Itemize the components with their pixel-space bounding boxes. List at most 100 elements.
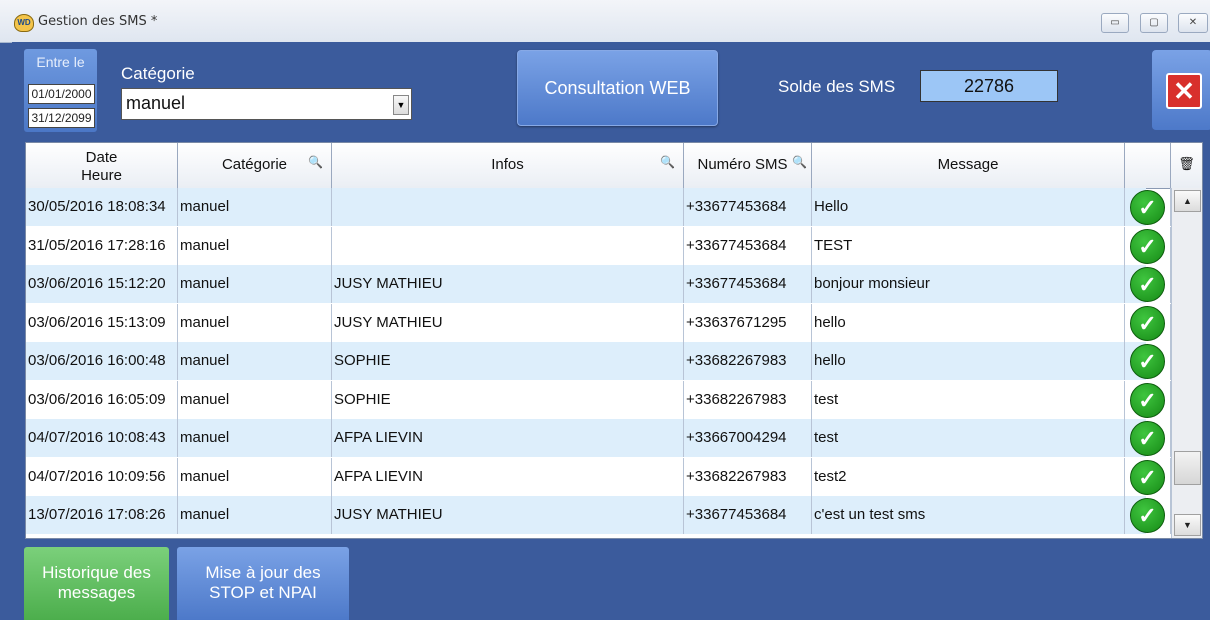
check-circle-icon: ✓ xyxy=(1130,228,1165,264)
sms-table: Date Heure Catégorie 🔍 Infos 🔍 Numéro SM… xyxy=(25,142,1203,539)
cell-infos: AFPA LIEVIN xyxy=(332,419,684,457)
check-circle-icon: ✓ xyxy=(1130,190,1165,225)
cell-numero: +33667004294 xyxy=(684,419,812,457)
cell-message: test xyxy=(812,380,1125,419)
column-header-message[interactable]: Message xyxy=(812,143,1125,188)
check-circle-icon: ✓ xyxy=(1130,421,1165,456)
cell-message: c'est un test sms xyxy=(812,496,1125,534)
date-from-field[interactable]: 01/01/2000 xyxy=(28,84,95,104)
window-titlebar: WD Gestion des SMS * ▭ ▢ ✕ xyxy=(0,0,1210,43)
scroll-down-arrow-icon[interactable]: ▼ xyxy=(1174,514,1201,536)
cell-categorie: manuel xyxy=(178,265,332,303)
check-circle-icon: ✓ xyxy=(1130,344,1165,379)
delete-column-header[interactable]: 🗑 xyxy=(1171,143,1202,188)
table-row[interactable]: 03/06/2016 16:00:48 manuel SOPHIE +33682267… xyxy=(26,342,1171,380)
cell-message: test xyxy=(812,419,1125,457)
cell-infos: JUSY MATHIEU xyxy=(332,303,684,342)
cell-categorie: manuel xyxy=(178,303,332,342)
table-row[interactable]: 03/06/2016 15:12:20 manuel JUSY MATHIEU +33… xyxy=(26,265,1171,303)
cell-infos xyxy=(332,226,684,265)
scrollbar-thumb[interactable] xyxy=(1174,451,1201,485)
cell-date: 03/06/2016 15:13:09 xyxy=(26,303,178,342)
cell-infos: JUSY MATHIEU xyxy=(332,265,684,303)
cell-date: 04/07/2016 10:08:43 xyxy=(26,419,178,457)
cell-date: 03/06/2016 16:05:09 xyxy=(26,380,178,419)
date-range-panel: Entre le 01/01/2000 31/12/2099 xyxy=(24,49,97,132)
cell-numero: +33682267983 xyxy=(684,457,812,496)
column-header-heure-label: Heure xyxy=(81,167,122,184)
cell-infos xyxy=(332,188,684,226)
table-row[interactable]: 30/05/2016 18:08:34 manuel +33677453684 Hel… xyxy=(26,188,1171,226)
table-row[interactable]: 04/07/2016 10:08:43 manuel AFPA LIEVIN +336… xyxy=(26,419,1171,457)
cell-categorie: manuel xyxy=(178,342,332,380)
cell-infos: AFPA LIEVIN xyxy=(332,457,684,496)
close-button[interactable]: ✕ xyxy=(1152,50,1210,130)
consultation-web-button[interactable]: Consultation WEB xyxy=(517,50,718,126)
cell-numero: +33682267983 xyxy=(684,342,812,380)
vertical-scrollbar[interactable]: ▲ ▼ xyxy=(1171,188,1202,538)
column-header-date[interactable]: Date Heure xyxy=(26,143,178,188)
categorie-label: Catégorie xyxy=(121,64,195,83)
column-header-status xyxy=(1125,143,1171,188)
table-row[interactable]: 03/06/2016 15:13:09 manuel JUSY MATHIEU +33… xyxy=(26,303,1171,342)
column-header-message-label: Message xyxy=(937,156,999,173)
cell-categorie: manuel xyxy=(178,188,332,226)
check-circle-icon: ✓ xyxy=(1130,267,1165,302)
solde-value: 22786 xyxy=(920,70,1058,102)
categorie-value: manuel xyxy=(126,93,186,113)
window-close-button[interactable]: ✕ xyxy=(1178,13,1208,33)
table-row[interactable]: 31/05/2016 17:28:16 manuel +33677453684 TES… xyxy=(26,226,1171,265)
column-header-numero[interactable]: Numéro SMS 🔍 xyxy=(684,143,812,188)
cell-numero: +33682267983 xyxy=(684,380,812,419)
table-row[interactable]: 04/07/2016 10:09:56 manuel AFPA LIEVIN +336… xyxy=(26,457,1171,496)
tab-mise-a-jour-stop-npai[interactable]: Mise à jour des STOP et NPAI xyxy=(177,547,349,620)
cell-date: 13/07/2016 17:08:26 xyxy=(26,496,178,534)
cell-date: 03/06/2016 16:00:48 xyxy=(26,342,178,380)
column-header-infos-label: Infos xyxy=(491,156,524,173)
close-icon: ✕ xyxy=(1166,73,1202,109)
scroll-up-arrow-icon[interactable]: ▲ xyxy=(1174,190,1201,212)
cell-categorie: manuel xyxy=(178,457,332,496)
column-header-date-label: Date xyxy=(85,149,118,166)
column-header-infos[interactable]: Infos 🔍 xyxy=(332,143,684,188)
cell-message: TEST xyxy=(812,226,1125,265)
cell-numero: +33677453684 xyxy=(684,226,812,265)
cell-infos: SOPHIE xyxy=(332,380,684,419)
check-circle-icon: ✓ xyxy=(1130,305,1165,341)
tab-historique-line1: Historique des xyxy=(42,563,151,582)
table-row[interactable]: 13/07/2016 17:08:26 manuel JUSY MATHIEU +33… xyxy=(26,496,1171,534)
cell-date: 30/05/2016 18:08:34 xyxy=(26,188,178,226)
maximize-button[interactable]: ▢ xyxy=(1140,13,1168,33)
date-to-field[interactable]: 31/12/2099 xyxy=(28,108,95,128)
magnifier-icon[interactable]: 🔍 xyxy=(660,155,675,169)
table-row[interactable]: 03/06/2016 16:05:09 manuel SOPHIE +33682267… xyxy=(26,380,1171,419)
tab-historique-line2: messages xyxy=(57,583,136,602)
cell-infos: JUSY MATHIEU xyxy=(332,496,684,534)
table-header: Date Heure Catégorie 🔍 Infos 🔍 Numéro SM… xyxy=(26,143,1202,189)
cell-categorie: manuel xyxy=(178,226,332,265)
magnifier-icon[interactable]: 🔍 xyxy=(308,155,323,169)
trash-icon[interactable]: 🗑 xyxy=(1171,143,1202,172)
check-circle-icon: ✓ xyxy=(1130,382,1165,418)
cell-numero: +33677453684 xyxy=(684,188,812,226)
cell-message: bonjour monsieur xyxy=(812,265,1125,303)
solde-label: Solde des SMS xyxy=(778,77,896,96)
cell-message: Hello xyxy=(812,188,1125,226)
cell-date: 31/05/2016 17:28:16 xyxy=(26,226,178,265)
tab-miseajour-line1: Mise à jour des xyxy=(205,563,321,582)
cell-message: test2 xyxy=(812,457,1125,496)
cell-message: hello xyxy=(812,342,1125,380)
magnifier-icon[interactable]: 🔍 xyxy=(792,155,807,169)
cell-categorie: manuel xyxy=(178,380,332,419)
cell-numero: +33637671295 xyxy=(684,303,812,342)
check-circle-icon: ✓ xyxy=(1130,459,1165,495)
column-header-categorie[interactable]: Catégorie 🔍 xyxy=(178,143,332,188)
window-title: Gestion des SMS * xyxy=(38,14,158,29)
categorie-select[interactable]: manuel ▼ xyxy=(121,88,412,120)
chevron-down-icon[interactable]: ▼ xyxy=(393,95,409,115)
filter-header: Entre le 01/01/2000 31/12/2099 Catégorie… xyxy=(12,42,1210,138)
cell-categorie: manuel xyxy=(178,496,332,534)
minimize-button[interactable]: ▭ xyxy=(1101,13,1129,33)
tab-historique-messages[interactable]: Historique des messages xyxy=(24,547,169,620)
cell-categorie: manuel xyxy=(178,419,332,457)
